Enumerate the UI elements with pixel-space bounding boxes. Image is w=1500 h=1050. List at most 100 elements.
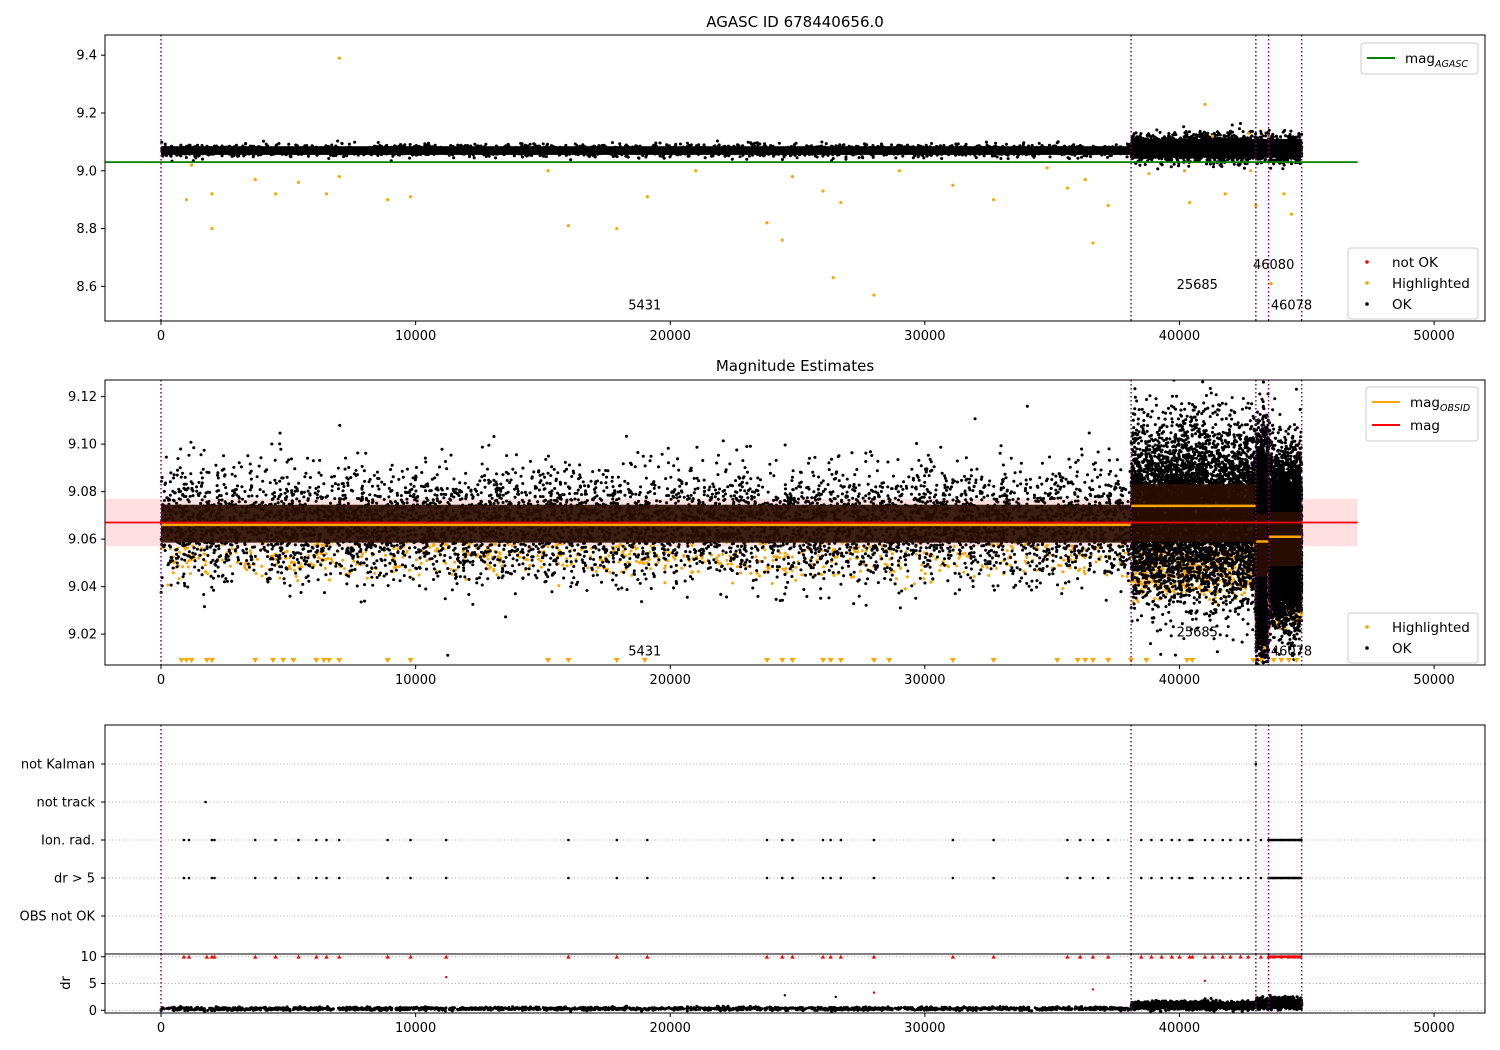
flag-event: [253, 876, 257, 880]
flag-event: [1259, 838, 1263, 842]
dr-clipped-marker: [1202, 954, 1208, 959]
lower-limit-marker: [1082, 658, 1089, 663]
flag-event: [337, 838, 341, 842]
p1-scatter-legend-label: OK: [1392, 297, 1413, 313]
p2-ytick-label: 9.06: [68, 533, 97, 548]
flag-event: [1188, 838, 1191, 842]
lower-limit-marker: [407, 658, 414, 663]
flag-event: [1106, 876, 1110, 880]
dr-mid-point: [1091, 988, 1095, 991]
flag-event: [325, 876, 328, 880]
dr-clipped-marker: [186, 954, 192, 959]
dr-clipped-marker: [991, 954, 996, 959]
dr-mid-point: [1203, 979, 1207, 983]
flag-category-label: not Kalman: [21, 758, 95, 773]
lower-limit-marker: [320, 658, 327, 663]
lower-limit-marker: [1143, 658, 1150, 663]
lower-limit-marker: [188, 658, 195, 663]
highlighted-point: [1282, 192, 1286, 196]
highlighted-point: [831, 276, 835, 280]
p1-ytick-label: 9.0: [76, 164, 97, 179]
dr-clipped-marker: [1220, 954, 1225, 959]
flag-event: [1190, 838, 1194, 842]
highlighted-point: [897, 169, 901, 173]
flag-event: [615, 838, 619, 842]
highlighted-point: [694, 169, 698, 173]
flag-event: [765, 838, 769, 842]
lower-limit-marker: [820, 658, 827, 663]
p2-scatter-legend-marker: [1365, 625, 1369, 629]
p2-ytick-label: 9.04: [68, 580, 97, 595]
dr-clipped-marker: [1065, 954, 1070, 959]
dr-clipped-marker: [1139, 954, 1144, 959]
lower-limit-marker: [837, 658, 844, 663]
flag-event: [315, 876, 318, 880]
lower-limit-marker: [886, 658, 893, 663]
highlighted-point: [566, 224, 570, 228]
flag-category-label: not track: [36, 796, 95, 811]
highlighted-point: [839, 200, 843, 205]
panel-flags-plot: [105, 725, 1485, 954]
flag-event: [791, 876, 794, 880]
p1-ytick-label: 9.2: [76, 107, 97, 122]
p1-scatter-legend-marker: [1365, 260, 1369, 264]
flag-event: [1221, 838, 1225, 842]
dr-clipped-marker: [337, 954, 342, 959]
p2-xtick-label: 10000: [395, 673, 436, 688]
panel-magnitude-plot: 5431 25685 46080 46078: [105, 380, 1358, 665]
flag-event: [274, 876, 277, 880]
panel-flags-axes: not Kalman not track Ion. rad. dr > 5 OBS no…: [20, 724, 1486, 955]
lower-limit-marker: [1089, 658, 1096, 663]
p2-xtick-label: 40000: [1159, 673, 1200, 688]
flag-event: [325, 838, 328, 842]
highlighted-point: [324, 192, 329, 196]
flag-event: [210, 876, 214, 880]
dr-clipped-marker: [645, 954, 650, 959]
dr-points: [1254, 993, 1304, 1012]
flag-event: [780, 838, 784, 842]
flag-event: [567, 838, 570, 842]
highlighted-point: [1083, 177, 1087, 182]
flag-event: [386, 838, 389, 842]
lower-limit-marker: [1184, 658, 1191, 663]
dr-clipped-marker: [838, 954, 844, 959]
flag-event: [646, 838, 649, 842]
p2-obsid-label: 5431: [628, 645, 661, 660]
flag-event: [872, 838, 876, 842]
flag-event: [1246, 876, 1250, 880]
p1-ytick-label: 8.8: [76, 222, 97, 237]
highlighted-point: [645, 195, 649, 199]
highlighted-point: [1045, 166, 1049, 170]
p2-xtick-label: 0: [157, 673, 165, 688]
flag-event: [409, 876, 412, 880]
flag-event: [1139, 876, 1143, 880]
highlighted-point: [821, 189, 825, 193]
p2-ytick-label: 9.10: [68, 438, 97, 453]
panel-magnitude-line-legend: magOBSIDmag: [1365, 386, 1479, 442]
flag-event: [1259, 876, 1263, 880]
dr-clipped-marker: [950, 954, 956, 959]
flag-event: [1246, 838, 1250, 842]
flag-event: [1190, 876, 1194, 880]
flag-event: [1221, 876, 1225, 880]
highlighted-point: [408, 195, 413, 199]
flag-event: [187, 876, 191, 880]
p1-xtick-label: 30000: [904, 329, 945, 344]
ok-band-core: [1131, 484, 1256, 542]
flag-event: [386, 876, 389, 880]
flag-event: [1091, 838, 1095, 842]
dr-clipped-marker: [324, 954, 329, 959]
dr-mid-point: [872, 991, 876, 994]
flag-event: [1203, 876, 1207, 880]
lower-limit-marker: [545, 658, 552, 663]
p2-ytick-label: 9.12: [68, 390, 97, 405]
dr-mid-point: [834, 995, 837, 999]
p2-xtick-label: 30000: [904, 673, 945, 688]
flag-event: [1160, 876, 1163, 880]
dr-mid-point: [783, 994, 787, 997]
p2-xtick-label: 50000: [1413, 673, 1454, 688]
panel-dr: 0 10000 20000 30000 40000 50000 0 5 10 dr: [59, 950, 1486, 1036]
panel-agasc-plot: 5431 25685 46080 46078: [105, 35, 1358, 321]
p2-scatter-legend-label: OK: [1392, 641, 1413, 657]
flag-event: [567, 876, 570, 880]
